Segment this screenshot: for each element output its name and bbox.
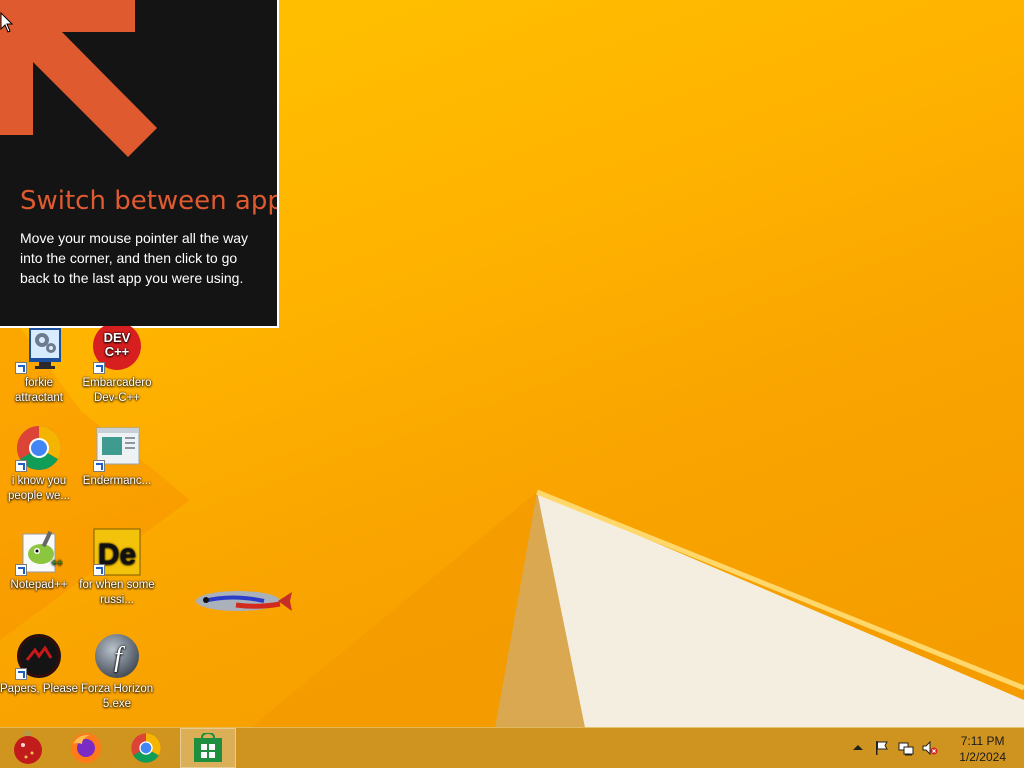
shortcut-arrow-icon xyxy=(93,564,105,576)
taskbar-ornament-app[interactable] xyxy=(0,728,56,768)
shortcut-arrow-icon xyxy=(93,362,105,374)
desktop-icon-notepad-plus-plus[interactable]: ++ Notepad++ xyxy=(0,528,78,593)
shortcut-arrow-icon xyxy=(15,460,27,472)
desktop-icon-label: Embarcadero Dev-C++ xyxy=(82,377,152,404)
taskbar-store[interactable] xyxy=(180,728,236,768)
desktop-icon-label: Notepad++ xyxy=(10,579,68,591)
shortcut-arrow-icon xyxy=(15,564,27,576)
clock-date: 1/2/2024 xyxy=(959,750,1006,764)
show-hidden-icons-chevron-icon[interactable] xyxy=(850,740,866,756)
shortcut-arrow-icon xyxy=(15,362,27,374)
desktop-icon-forza-horizon-5[interactable]: f Forza Horizon 5.exe xyxy=(78,632,156,712)
system-clock[interactable]: 7:11 PM 1/2/2024 xyxy=(959,733,1006,765)
desktop-icon-label: Papers, Please xyxy=(0,683,78,695)
desktop-icon-embarcadero-dev-cpp[interactable]: DEV C++ Embarcadero Dev-C++ xyxy=(78,322,156,406)
svg-text:DEV: DEV xyxy=(104,330,131,345)
fish-desktop-pet xyxy=(196,591,292,611)
desktop-icon-de-app[interactable]: De for when some russi... xyxy=(78,528,156,608)
shortcut-arrow-icon xyxy=(93,460,105,472)
desktop-icon-label: forkie attractant xyxy=(15,377,63,404)
action-center-flag-icon[interactable] xyxy=(874,740,890,756)
mouse-cursor-icon xyxy=(0,12,13,33)
desktop-icon-forkie[interactable]: forkie attractant xyxy=(0,326,78,406)
taskbar-chrome[interactable] xyxy=(118,728,174,768)
taskbar-firefox[interactable] xyxy=(58,728,114,768)
taskbar: 7:11 PM 1/2/2024 xyxy=(0,727,1024,768)
desktop-icon-label: for when some russi... xyxy=(79,579,155,606)
desktop-icon-label: Forza Horizon 5.exe xyxy=(80,683,154,710)
clock-time: 7:11 PM xyxy=(960,734,1005,748)
corner-arrow-icon xyxy=(0,0,157,157)
svg-text:C++: C++ xyxy=(105,344,130,359)
desktop-icon-label: i know you people we... xyxy=(7,475,70,502)
tip-title: Switch between apps xyxy=(20,186,279,216)
network-icon[interactable] xyxy=(898,740,914,756)
desktop-icon-label: Endermanc... xyxy=(82,475,152,487)
christmas-ornament-icon xyxy=(14,731,42,764)
tip-body: Move your mouse pointer all the way into… xyxy=(20,230,248,286)
chrome-icon xyxy=(131,733,161,763)
flash-icon: f xyxy=(95,634,139,678)
shortcut-arrow-icon xyxy=(15,668,27,680)
switch-apps-tip: Switch between apps Move your mouse poin… xyxy=(0,0,279,328)
desktop-icon-chrome-shortcut[interactable]: i know you people we... xyxy=(0,424,78,504)
volume-muted-icon[interactable] xyxy=(922,740,938,756)
desktop-icon-endermanc[interactable]: Endermanc... xyxy=(78,424,156,489)
desktop-icon-papers-please[interactable]: Papers, Please xyxy=(0,632,78,697)
svg-text:++: ++ xyxy=(51,558,63,569)
windows-store-icon xyxy=(194,733,222,762)
firefox-icon xyxy=(71,733,101,763)
